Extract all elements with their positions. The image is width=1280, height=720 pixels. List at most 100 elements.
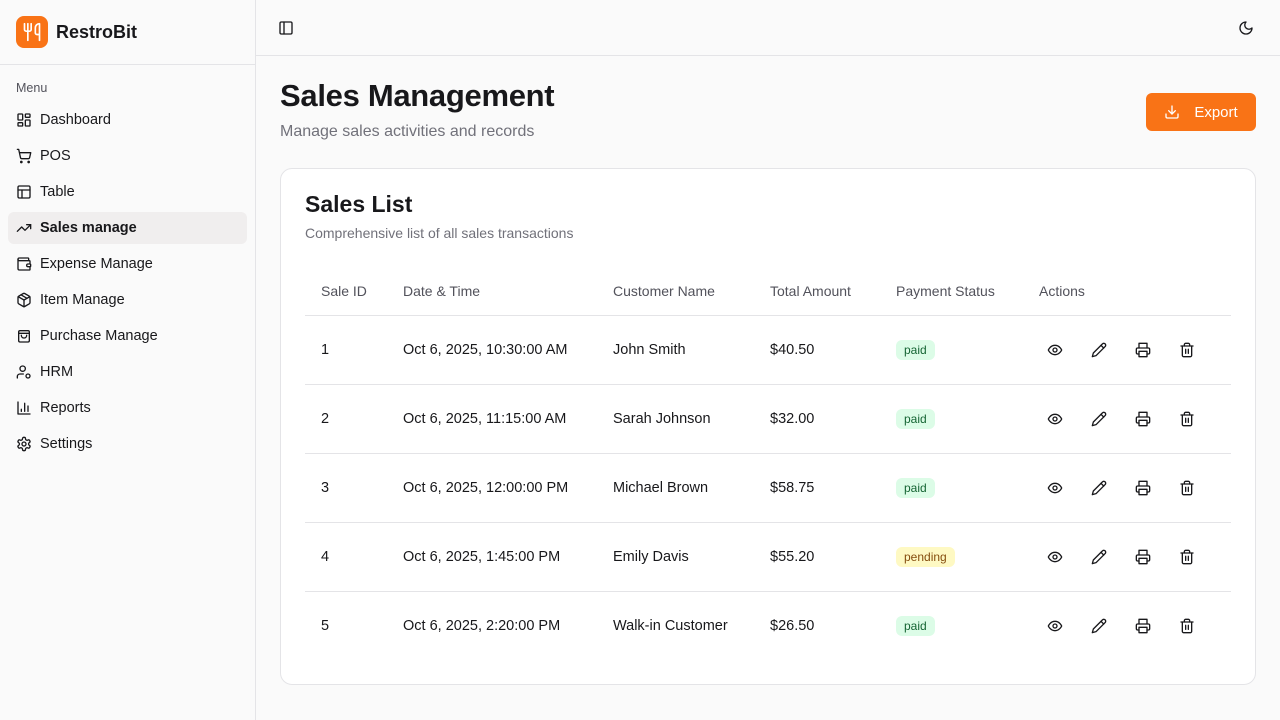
amount-cell: $40.50: [754, 315, 880, 385]
column-header[interactable]: Sale ID: [305, 267, 387, 316]
edit-button[interactable]: [1083, 541, 1115, 573]
view-button[interactable]: [1039, 472, 1071, 504]
sidebar-item-dashboard[interactable]: Dashboard: [8, 104, 247, 136]
sidebar-item-sales-manage[interactable]: Sales manage: [8, 212, 247, 244]
datetime-cell: Oct 6, 2025, 10:30:00 AM: [387, 315, 597, 385]
panel-left-icon: [278, 20, 294, 36]
amount-cell: $26.50: [770, 617, 815, 634]
cart-icon: [16, 148, 32, 164]
customer-cell: Michael Brown: [597, 453, 754, 523]
dashboard-icon: [16, 112, 32, 128]
print-button[interactable]: [1127, 610, 1159, 642]
amount-cell: $32.00: [754, 384, 880, 454]
sidebar-item-label: Item Manage: [40, 292, 125, 308]
table-row[interactable]: 3 Oct 6, 2025, 12:00:00 PM Michael Brown…: [305, 453, 1231, 523]
view-button[interactable]: [1039, 403, 1071, 435]
status-badge: paid: [896, 477, 935, 498]
trending-up-icon: [16, 220, 32, 236]
status-cell: paid: [880, 591, 1023, 660]
table-row[interactable]: 1 Oct 6, 2025, 10:30:00 AM John Smith $4…: [305, 315, 1231, 385]
print-button[interactable]: [1127, 403, 1159, 435]
table-icon: [16, 184, 32, 200]
edit-button[interactable]: [1083, 403, 1115, 435]
actions-cell: [1023, 315, 1231, 385]
sidebar-item-label: Dashboard: [40, 112, 111, 128]
sidebar-item-label: HRM: [40, 364, 74, 380]
sidebar-item-pos[interactable]: POS: [8, 140, 247, 172]
column-header[interactable]: Customer Name: [597, 267, 754, 316]
view-button[interactable]: [1039, 334, 1071, 366]
sidebar-item-reports[interactable]: Reports: [8, 392, 247, 424]
actions-cell: [1023, 522, 1231, 592]
status-cell: pending: [880, 522, 1023, 592]
sidebar-toggle-button[interactable]: [270, 12, 302, 44]
pencil-icon: [1091, 480, 1107, 496]
sidebar-item-purchase-manage[interactable]: Purchase Manage: [8, 320, 247, 352]
datetime-cell: Oct 6, 2025, 1:45:00 PM: [387, 522, 597, 592]
page-subtitle: Manage sales activities and records: [280, 123, 535, 140]
datetime-cell: Oct 6, 2025, 2:20:00 PM: [403, 617, 561, 634]
table-header-row: Sale ID Date & Time Customer Name Total …: [305, 267, 1231, 316]
status-badge: paid: [896, 408, 935, 429]
sidebar-nav: Dashboard POS Table Sales manage Expense…: [8, 104, 247, 464]
print-button[interactable]: [1127, 334, 1159, 366]
pencil-icon: [1091, 549, 1107, 565]
delete-button[interactable]: [1171, 403, 1203, 435]
eye-icon: [1047, 411, 1063, 427]
actions-cell: [1023, 591, 1231, 660]
export-label: Export: [1194, 103, 1238, 121]
view-button[interactable]: [1039, 610, 1071, 642]
status-badge: paid: [896, 339, 935, 360]
table-row[interactable]: 2 Oct 6, 2025, 11:15:00 AM Sarah Johnson…: [305, 384, 1231, 454]
print-button[interactable]: [1127, 541, 1159, 573]
utensils-icon: [16, 16, 48, 48]
view-button[interactable]: [1039, 541, 1071, 573]
edit-button[interactable]: [1083, 610, 1115, 642]
column-header[interactable]: Payment Status: [880, 267, 1023, 316]
sidebar-item-table[interactable]: Table: [8, 176, 247, 208]
moon-icon: [1238, 20, 1254, 36]
status-cell: paid: [880, 453, 1023, 523]
sidebar-item-hrm[interactable]: HRM: [8, 356, 247, 388]
pencil-icon: [1091, 618, 1107, 634]
sale-id-cell: 1: [305, 315, 387, 385]
actions-cell: [1023, 384, 1231, 454]
sale-id-cell: 3: [305, 453, 387, 523]
edit-button[interactable]: [1083, 472, 1115, 504]
sidebar-item-item-manage[interactable]: Item Manage: [8, 284, 247, 316]
card-title: Sales List: [305, 191, 413, 217]
sidebar-item-settings[interactable]: Settings: [8, 428, 247, 460]
brand-name: RestroBit: [56, 21, 138, 42]
delete-button[interactable]: [1171, 610, 1203, 642]
delete-button[interactable]: [1171, 472, 1203, 504]
delete-button[interactable]: [1171, 334, 1203, 366]
trash-icon: [1179, 480, 1195, 496]
customer-cell: Sarah Johnson: [597, 384, 754, 454]
table-row[interactable]: 5 Oct 6, 2025, 2:20:00 PM Walk-in Custom…: [305, 591, 1231, 660]
sidebar-item-label: Reports: [40, 400, 91, 416]
menu-label: Menu: [16, 81, 48, 95]
trash-icon: [1179, 618, 1195, 634]
bar-chart-icon: [16, 400, 32, 416]
download-icon: [1164, 104, 1194, 120]
table-row[interactable]: 4 Oct 6, 2025, 1:45:00 PM Emily Davis $5…: [305, 522, 1231, 592]
edit-button[interactable]: [1083, 334, 1115, 366]
eye-icon: [1047, 342, 1063, 358]
amount-cell: $58.75: [754, 453, 880, 523]
sales-list-card: Sales List Comprehensive list of all sal…: [280, 168, 1256, 685]
column-header[interactable]: Total Amount: [754, 267, 880, 316]
pencil-icon: [1091, 411, 1107, 427]
datetime-cell: Oct 6, 2025, 12:00:00 PM: [387, 453, 597, 523]
column-header[interactable]: Date & Time: [387, 267, 597, 316]
card-description: Comprehensive list of all sales transact…: [305, 225, 574, 241]
customer-cell: Emily Davis: [597, 522, 754, 592]
print-button[interactable]: [1127, 472, 1159, 504]
sale-id-cell: 4: [305, 522, 387, 592]
delete-button[interactable]: [1171, 541, 1203, 573]
column-header: Actions: [1023, 267, 1231, 316]
theme-toggle-button[interactable]: [1230, 12, 1262, 44]
sidebar-item-expense-manage[interactable]: Expense Manage: [8, 248, 247, 280]
brand[interactable]: RestroBit: [0, 0, 255, 65]
printer-icon: [1135, 411, 1151, 427]
export-button[interactable]: Export: [1146, 93, 1256, 131]
